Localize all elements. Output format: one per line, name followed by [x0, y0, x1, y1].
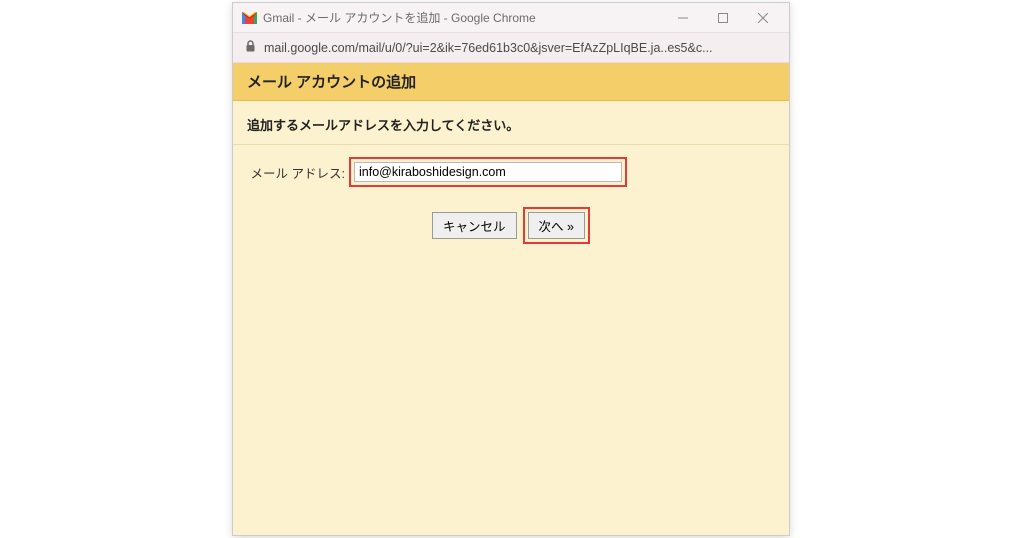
next-button-highlight: 次へ »: [523, 207, 590, 244]
email-label: メール アドレス:: [247, 163, 345, 182]
popup-window: Gmail - メール アカウントを追加 - Google Chrome mai…: [232, 2, 790, 536]
instruction-text: 追加するメールアドレスを入力してください。: [233, 101, 789, 145]
lock-icon: [245, 40, 256, 55]
cancel-button[interactable]: キャンセル: [432, 212, 517, 239]
window-titlebar: Gmail - メール アカウントを追加 - Google Chrome: [233, 3, 789, 33]
email-row: メール アドレス:: [233, 145, 789, 193]
window-title: Gmail - メール アカウントを追加 - Google Chrome: [263, 9, 657, 26]
page-title: メール アカウントの追加: [233, 63, 789, 101]
email-input[interactable]: [354, 162, 622, 182]
gmail-icon: [241, 10, 257, 26]
close-button[interactable]: [743, 3, 783, 33]
button-row: キャンセル 次へ »: [233, 193, 789, 248]
window-controls: [663, 3, 783, 33]
maximize-button[interactable]: [703, 3, 743, 33]
content-area: メール アカウントの追加 追加するメールアドレスを入力してください。 メール ア…: [233, 63, 789, 535]
url-text[interactable]: mail.google.com/mail/u/0/?ui=2&ik=76ed61…: [264, 41, 713, 55]
minimize-button[interactable]: [663, 3, 703, 33]
address-bar: mail.google.com/mail/u/0/?ui=2&ik=76ed61…: [233, 33, 789, 63]
next-button[interactable]: 次へ »: [528, 212, 585, 239]
email-input-highlight: [349, 157, 627, 187]
